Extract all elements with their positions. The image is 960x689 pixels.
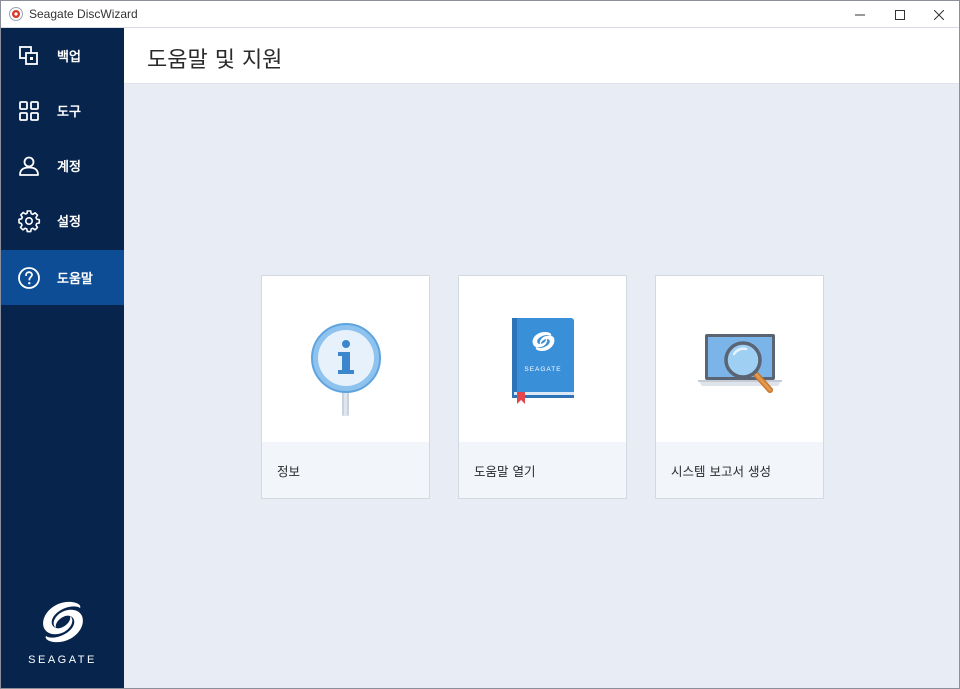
minimize-icon [855, 14, 865, 15]
gear-icon [18, 209, 41, 232]
app-window: Seagate DiscWizard 백업 도구 계정 설정 도움말 SEAGA… [0, 0, 960, 689]
account-icon [19, 156, 39, 176]
minimize-button[interactable] [840, 1, 880, 28]
tools-grid-icon [19, 100, 39, 121]
sidebar-item-account[interactable]: 계정 [1, 138, 124, 193]
title-bar: Seagate DiscWizard [1, 1, 959, 28]
seagate-logo-icon [43, 601, 83, 643]
main-content: 정보 SEAGATE 도움말 열기 시스템 보고서 생성 [124, 84, 959, 688]
maximize-button[interactable] [880, 1, 920, 28]
sidebar-item-help[interactable]: 도움말 [1, 250, 124, 305]
card-label: 시스템 보고서 생성 [671, 464, 771, 479]
sidebar-item-label: 백업 [57, 50, 81, 65]
page-title: 도움말 및 지원 [147, 48, 283, 73]
sidebar-item-settings[interactable]: 설정 [1, 193, 124, 248]
close-button[interactable] [919, 1, 959, 28]
info-icon [311, 323, 381, 416]
card-label: 도움말 열기 [474, 464, 536, 479]
maximize-icon [895, 9, 905, 20]
info-card[interactable]: 정보 [261, 275, 430, 499]
backup-icon [19, 45, 38, 65]
book-brand-text: SEAGATE [524, 366, 561, 373]
close-icon [934, 9, 944, 20]
sidebar-item-backup[interactable]: 백업 [1, 28, 124, 83]
sidebar-item-label: 계정 [57, 160, 81, 175]
help-icon [18, 266, 40, 289]
sidebar-item-label: 도움말 [57, 272, 93, 287]
page-header: 도움말 및 지원 [124, 28, 959, 84]
brand-name: SEAGATE [28, 654, 97, 666]
sidebar-item-tools[interactable]: 도구 [1, 83, 124, 138]
sidebar-item-label: 도구 [57, 105, 81, 120]
system-report-icon [698, 334, 782, 393]
brand: SEAGATE [1, 598, 124, 678]
sidebar-item-label: 설정 [57, 215, 81, 230]
system-report-card[interactable]: 시스템 보고서 생성 [655, 275, 824, 499]
app-logo-icon [9, 7, 23, 21]
card-footer: 시스템 보고서 생성 [656, 442, 823, 498]
open-help-card[interactable]: SEAGATE 도움말 열기 [458, 275, 627, 499]
card-label: 정보 [277, 464, 301, 479]
card-footer: 도움말 열기 [459, 442, 626, 498]
card-footer: 정보 [262, 442, 429, 498]
window-title: Seagate DiscWizard [29, 7, 138, 21]
help-book-icon: SEAGATE [512, 318, 574, 404]
sidebar: 백업 도구 계정 설정 도움말 SEAGATE [1, 28, 124, 688]
